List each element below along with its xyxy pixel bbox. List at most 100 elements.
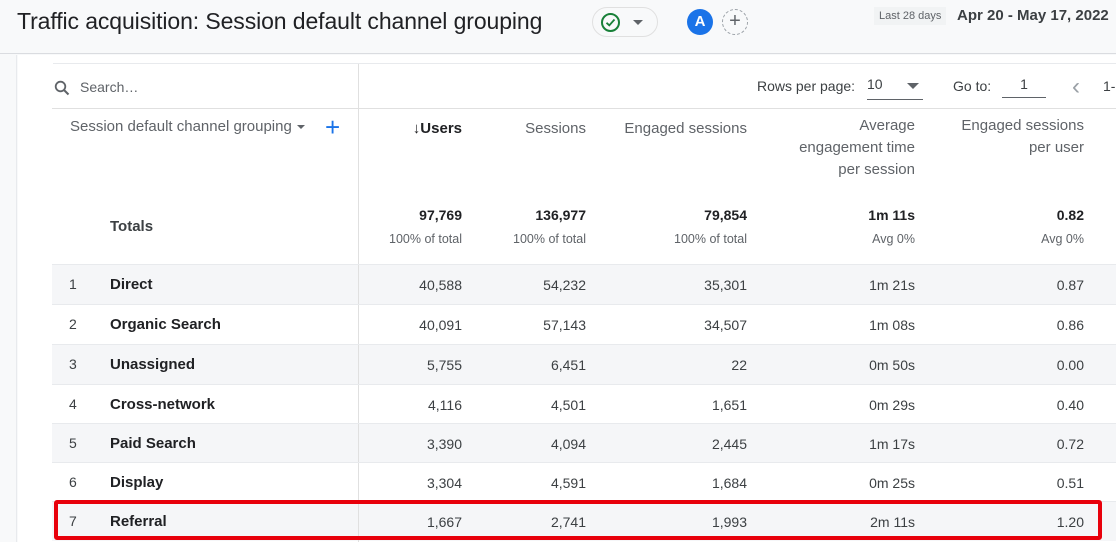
rows-per-page-label: Rows per page: [757,78,856,94]
channel-name: Direct [110,276,153,293]
metric-cell: 0.51 [1056,475,1084,491]
table-row[interactable]: 6 Display 3,304 4,591 1,684 0m 25s 0.51 [52,462,1116,503]
metric-cell: 57,143 [543,317,586,333]
total-sub: 100% of total [674,232,747,246]
pagination-toolbar: Rows per page: 10 Go to: 1 ‹ 1-7 of 7 [359,65,1116,109]
divider [53,63,1116,64]
column-divider [358,265,359,305]
search-input[interactable]: Search… [80,79,138,95]
goto-label: Go to: [953,78,992,94]
total-sub: 100% of total [389,232,462,246]
metric-cell: 34,507 [704,317,747,333]
metric-cell: 4,501 [550,397,586,413]
total-sub: Avg 0% [872,232,915,246]
column-header-engaged-sessions[interactable]: Engaged sessions [624,118,747,140]
row-index: 4 [69,396,77,412]
totals-sessions: 136,977 100% of total [513,207,586,246]
metric-cell: 1m 08s [869,317,915,333]
report-status-button[interactable] [592,7,658,37]
metric-cell: 4,591 [550,475,586,491]
header-line: engagement time [799,139,915,156]
check-circle-icon [601,13,620,32]
column-divider [358,502,359,542]
metric-cell: 0.00 [1056,357,1084,373]
metric-cell: 3,390 [426,436,462,452]
metric-cell: 0m 25s [869,475,915,491]
column-divider [358,424,359,464]
row-index: 3 [69,356,77,372]
column-header-sessions[interactable]: Sessions [525,118,586,140]
row-index: 5 [69,435,77,451]
dimension-header[interactable]: Session default channel grouping [70,118,305,135]
table-row[interactable]: 3 Unassigned 5,755 6,451 22 0m 50s 0.00 [52,344,1116,385]
totals-engaged-per-user: 0.82 Avg 0% [1041,207,1084,246]
column-divider [358,463,359,503]
metric-cell: 0.87 [1056,277,1084,293]
plus-icon: + [325,112,341,142]
search-icon [54,80,70,96]
column-divider [358,385,359,425]
metric-cell: 0m 29s [869,397,915,413]
metric-cell: 35,301 [704,277,747,293]
metric-cell: 4,094 [550,436,586,452]
page-range: 1-7 of 7 [1103,78,1116,94]
channel-name: Organic Search [110,316,221,333]
metric-cell: 1.20 [1056,514,1084,530]
search-field[interactable]: Search… [52,65,358,109]
metric-cell: 4,116 [428,397,462,413]
total-value: 1m 11s [868,207,915,223]
rows-per-page-value: 10 [867,76,883,92]
total-sub: 100% of total [513,232,586,246]
table-row[interactable]: 5 Paid Search 3,390 4,094 2,445 1m 17s 0.72 [52,423,1116,464]
column-header-avg-engagement-time[interactable]: Average engagement time per session [799,115,915,181]
channel-name: Unassigned [110,356,196,373]
channel-name: Referral [110,513,167,530]
comparison-avatar[interactable]: A [687,9,713,35]
column-header-engaged-sessions-per-user[interactable]: Engaged sessions per user [961,115,1084,159]
column-header-users[interactable]: ↓Users [413,118,462,140]
metric-cell: 1,993 [711,514,747,530]
metric-cell: 0.72 [1056,436,1084,452]
dimension-header-label: Session default channel grouping [70,118,292,135]
metric-cell: 1,651 [711,397,747,413]
rows-per-page-select[interactable]: 10 [867,74,923,100]
total-value: 136,977 [535,207,586,223]
totals-engaged-sessions: 79,854 100% of total [674,207,747,246]
metric-cell: 22 [731,357,747,373]
date-range-picker[interactable]: Apr 20 - May 17, 2022 [957,7,1109,24]
goto-page-input[interactable]: 1 [1002,74,1046,98]
channel-name: Cross-network [110,396,216,413]
metric-cell: 1,684 [711,475,747,491]
header-line: per session [838,161,915,178]
metric-cell: 5,755 [426,357,462,373]
add-dimension-button[interactable]: + [325,112,341,142]
table-row[interactable]: 2 Organic Search 40,091 57,143 34,507 1m 08s 0… [52,304,1116,345]
metric-cell: 40,091 [419,317,462,333]
total-value: 97,769 [419,207,462,223]
table-row[interactable]: 4 Cross-network 4,116 4,501 1,651 0m 29s 0.40 [52,384,1116,425]
chevron-down-icon [296,125,305,130]
metric-cell: 2m 11s [870,514,915,530]
table-row[interactable]: 1 Direct 40,588 54,232 35,301 1m 21s 0.87 [52,264,1116,305]
totals-avg-engagement-time: 1m 11s Avg 0% [868,207,915,246]
chevron-down-icon [633,20,643,25]
date-range-label: Last 28 days [874,7,947,25]
header-line: Engaged sessions [961,117,1084,134]
add-comparison-button[interactable]: + [722,9,748,35]
report-header: Traffic acquisition: Session default cha… [0,0,1116,54]
metric-cell: 1m 17s [869,436,915,452]
metric-cell: 1,667 [426,514,462,530]
totals-label: Totals [110,218,154,235]
channel-name: Display [110,474,164,491]
header-line: per user [1028,139,1084,156]
total-value: 79,854 [704,207,747,223]
metric-cell: 6,451 [550,357,586,373]
metric-cell: 54,232 [543,277,586,293]
previous-page-icon[interactable]: ‹ [1072,75,1080,99]
metric-cell: 3,304 [426,475,462,491]
column-divider [358,305,359,345]
plus-icon: + [729,10,741,32]
table-row[interactable]: 7 Referral 1,667 2,741 1,993 2m 11s 1.20 [52,501,1116,542]
column-divider [358,345,359,385]
metric-cell: 2,445 [711,436,747,452]
